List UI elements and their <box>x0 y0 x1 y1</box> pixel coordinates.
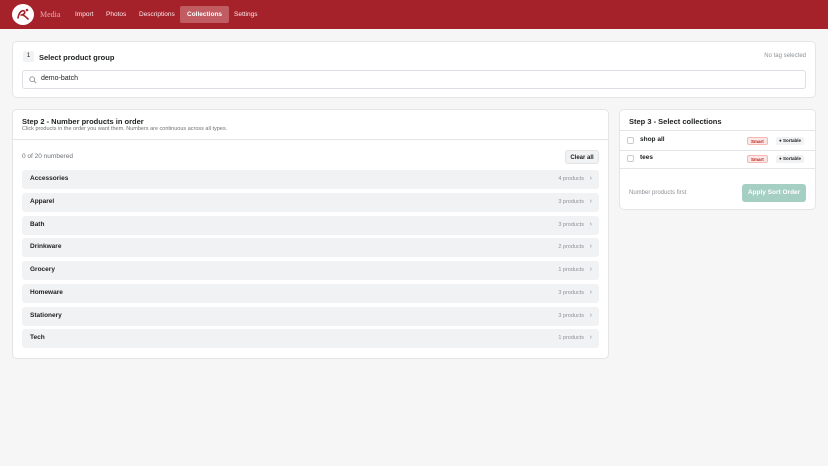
brand-logo-icon[interactable] <box>12 4 34 25</box>
search-input[interactable]: demo-batch <box>22 70 806 89</box>
chevron-right-icon: › <box>589 243 592 250</box>
search-value: demo-batch <box>41 75 78 82</box>
group-name: Grocery <box>30 266 55 273</box>
collection-name: shop all <box>640 136 665 143</box>
group-count: 4 products <box>558 176 584 182</box>
step1-number: 1 <box>23 51 34 62</box>
divider <box>620 130 815 131</box>
group-count: 1 products <box>558 335 584 341</box>
collection-checkbox[interactable] <box>627 155 634 162</box>
nav-settings[interactable]: Settings <box>227 6 265 23</box>
footer-hint: Number products first <box>629 190 687 196</box>
chevron-right-icon: › <box>589 221 592 228</box>
chevron-right-icon: › <box>589 289 592 296</box>
product-group-row[interactable]: Stationery 3 products › <box>22 307 599 326</box>
divider <box>620 168 815 169</box>
chevron-right-icon: › <box>589 312 592 319</box>
collection-checkbox[interactable] <box>627 137 634 144</box>
numbered-counter: 0 of 20 numbered <box>22 153 73 160</box>
apply-sort-order-button[interactable]: Apply Sort Order <box>742 184 806 202</box>
tag-status: No tag selected <box>764 53 806 59</box>
group-count: 2 products <box>558 244 584 250</box>
step3-title: Step 3 - Select collections <box>629 117 722 126</box>
group-name: Apparel <box>30 198 55 205</box>
sortable-badge: ● Sortable <box>776 137 804 145</box>
product-group-row[interactable]: Grocery 1 products › <box>22 261 599 280</box>
product-group-row[interactable]: Homeware 3 products › <box>22 284 599 303</box>
group-name: Stationery <box>30 312 62 319</box>
step1-card: 1 Select product group No tag selected d… <box>13 42 815 97</box>
group-count: 3 products <box>558 222 584 228</box>
step3-card: Step 3 - Select collections shop all Sma… <box>620 110 815 209</box>
nav-import[interactable]: Import <box>68 6 100 23</box>
nav-collections[interactable]: Collections <box>180 6 230 23</box>
group-name: Accessories <box>30 175 69 182</box>
step2-subtitle: Click products in the order you want the… <box>22 126 228 132</box>
step2-card: Step 2 - Number products in order Click … <box>13 110 608 358</box>
product-group-row[interactable]: Bath 3 products › <box>22 216 599 235</box>
product-group-row[interactable]: Apparel 3 products › <box>22 193 599 212</box>
chevron-right-icon: › <box>589 175 592 182</box>
top-navigation-bar: Media Import Photos Descriptions Collect… <box>0 0 828 29</box>
smart-badge: Smart <box>747 155 768 163</box>
collection-name: tees <box>640 154 654 161</box>
brand-name: Media <box>40 10 61 19</box>
chevron-right-icon: › <box>589 334 592 341</box>
group-name: Bath <box>30 221 45 228</box>
group-name: Homeware <box>30 289 63 296</box>
group-name: Drinkware <box>30 243 62 250</box>
chevron-right-icon: › <box>589 266 592 273</box>
step1-title: Select product group <box>39 53 115 62</box>
clear-all-button[interactable]: Clear all <box>565 150 599 164</box>
nav-descriptions[interactable]: Descriptions <box>132 6 182 23</box>
chevron-right-icon: › <box>589 198 592 205</box>
step2-title: Step 2 - Number products in order <box>22 117 144 126</box>
nav-photos[interactable]: Photos <box>99 6 133 23</box>
product-group-row[interactable]: Accessories 4 products › <box>22 170 599 189</box>
product-group-row[interactable]: Tech 1 products › <box>22 329 599 348</box>
collection-row[interactable]: shop all Smart ● Sortable <box>620 132 815 150</box>
sortable-label: Sortable <box>782 138 801 143</box>
divider <box>13 139 608 140</box>
group-count: 3 products <box>558 199 584 205</box>
search-icon <box>29 76 37 84</box>
collection-row[interactable]: tees Smart ● Sortable <box>620 150 815 168</box>
smart-badge: Smart <box>747 137 768 145</box>
group-count: 3 products <box>558 290 584 296</box>
group-name: Tech <box>30 334 45 341</box>
group-count: 3 products <box>558 313 584 319</box>
group-count: 1 products <box>558 267 584 273</box>
sortable-badge: ● Sortable <box>776 155 804 163</box>
sortable-label: Sortable <box>782 156 801 161</box>
product-group-row[interactable]: Drinkware 2 products › <box>22 238 599 257</box>
